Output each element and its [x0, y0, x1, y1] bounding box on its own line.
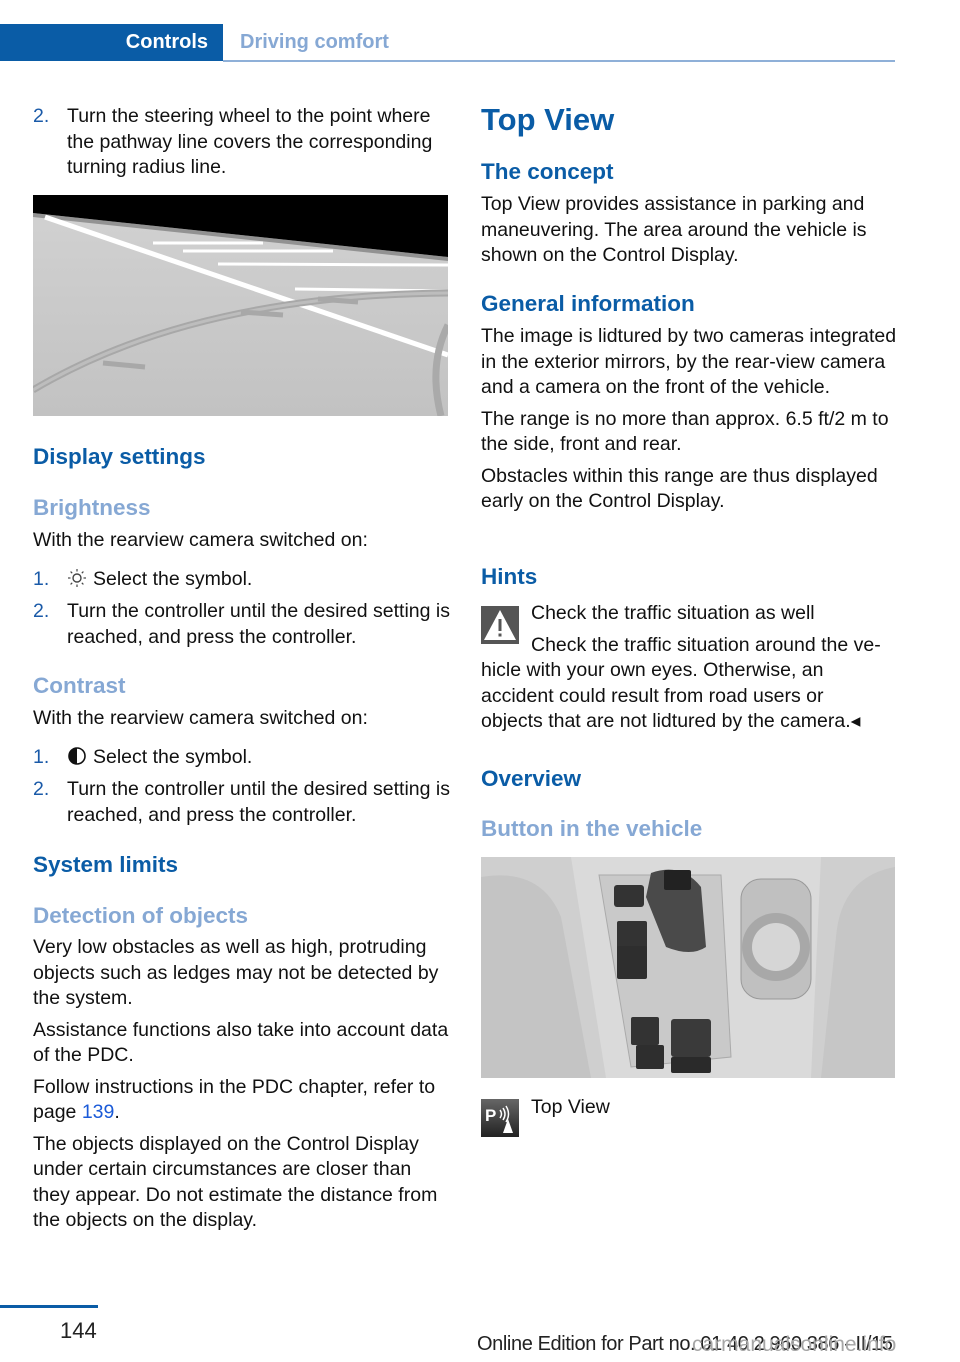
general-paragraph-1: The image is lidtured by two cameras int… [481, 325, 897, 398]
heading-button-in-vehicle: Button in the vehicle [481, 816, 703, 841]
watermark: carmanualsonline.info [692, 1333, 897, 1356]
list-number: 1. [33, 746, 50, 768]
list-item-step-2: 2. Turn the steering wheel to the point … [33, 104, 432, 178]
list-item-contrast-1: 1. Select the symbol. [33, 745, 252, 771]
detection-paragraph-3: Follow instructions in the PDC chapter, … [33, 1075, 436, 1124]
detection-paragraph-4: The objects displayed on the Control Dis… [33, 1132, 438, 1232]
warning-body: hicle with your own eyes. Otherwise, an … [481, 659, 861, 732]
contrast-intro: With the rearview camera switched on: [33, 707, 368, 729]
warning-triangle-icon [481, 606, 519, 644]
list-item-contrast-2: 2. Turn the controller until the desired… [33, 777, 450, 826]
heading-hints: Hints [481, 564, 538, 589]
heading-system-limits: System limits [33, 852, 179, 877]
list-item-brightness-2: 2. Turn the controller until the desired… [33, 599, 450, 648]
brightness-sun-icon [68, 569, 86, 587]
chapter-tab[interactable]: Controls [0, 24, 223, 61]
list-number: 2. [33, 105, 50, 127]
general-paragraph-2: The range is no more than approx. 6.5 ft… [481, 407, 889, 456]
list-number: 1. [33, 568, 50, 590]
list-text: Turn the controller until the desired se… [67, 778, 450, 826]
contrast-half-circle-icon [68, 747, 86, 765]
page-number: 144 [60, 1318, 97, 1343]
section-tab[interactable]: Driving comfort [240, 24, 389, 61]
brightness-intro: With the rearview camera switched on: [33, 529, 368, 551]
top-view-button-icon[interactable]: P [481, 1099, 519, 1137]
warning-line-1: Check the traffic situation around the v… [531, 634, 881, 656]
heading-display-settings: Display settings [33, 444, 206, 469]
concept-paragraph: Top View provides assistance in parking … [481, 193, 867, 266]
section-tab-label: Driving comfort [240, 31, 389, 53]
chapter-tab-label: Controls [125, 31, 208, 53]
list-number: 2. [33, 778, 50, 800]
page-link-139[interactable]: 139 [82, 1101, 115, 1123]
list-text: Select the symbol. [93, 746, 253, 768]
warning-title: Check the traffic situation as well [531, 602, 815, 624]
header-divider [223, 60, 895, 62]
heading-detection-of-objects: Detection of objects [33, 903, 249, 928]
detection-paragraph-1: Very low obstacles as well as high, prot… [33, 936, 439, 1009]
heading-general-information: General information [481, 291, 695, 316]
heading-top-view: Top View [481, 102, 615, 137]
detection-paragraph-2: Assistance functions also take into acco… [33, 1018, 449, 1067]
rearview-camera-image [33, 195, 448, 416]
heading-brightness: Brightness [33, 495, 151, 520]
list-text: Turn the controller until the desired se… [67, 600, 450, 648]
list-number: 2. [33, 600, 50, 622]
list-text: Select the symbol. [93, 568, 253, 590]
heading-overview: Overview [481, 766, 582, 791]
list-item-brightness-1: 1. Select the symbol. [33, 567, 252, 593]
center-console-image [481, 857, 895, 1078]
heading-the-concept: The concept [481, 159, 614, 184]
list-text: Turn the steering wheel to the point whe… [67, 105, 433, 178]
general-paragraph-3: Obstacles within this range are thus dis… [481, 464, 878, 513]
footer-divider [0, 1305, 98, 1308]
top-view-icon-letter: P [485, 1106, 496, 1125]
heading-contrast: Contrast [33, 673, 126, 698]
top-view-button-label: Top View [531, 1096, 610, 1118]
